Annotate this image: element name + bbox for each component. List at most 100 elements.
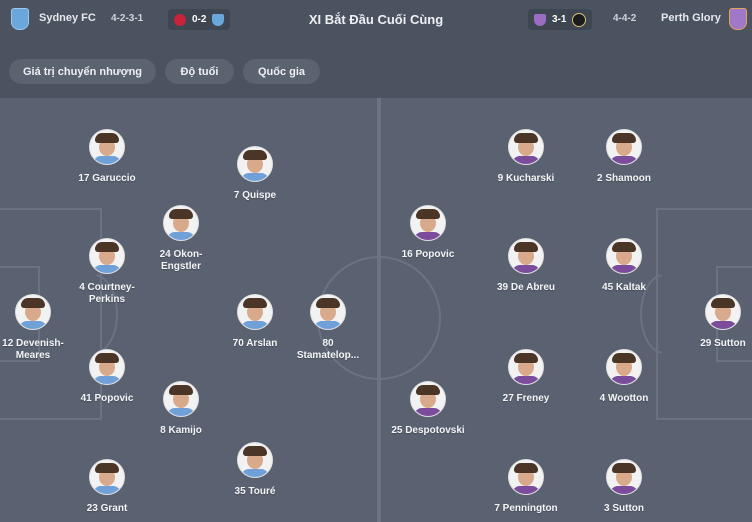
away-player[interactable]: 3 Sutton: [569, 459, 679, 515]
avatar-shirt: [93, 156, 121, 164]
away-player[interactable]: 7 Pennington: [471, 459, 581, 515]
filter-country[interactable]: Quốc gia: [243, 59, 320, 84]
match-header: Sydney FC 4-2-3-1 0-2 XI Bắt Đầu Cuối Cù…: [0, 0, 752, 45]
player-avatar: [310, 294, 346, 330]
player-name: 29 Sutton: [700, 338, 746, 349]
player-avatar: [508, 238, 544, 274]
player-name: 45 Kaltak: [602, 282, 646, 293]
avatar-shirt: [414, 408, 442, 416]
away-last-score: 3-1: [552, 14, 567, 25]
filter-transfer-value[interactable]: Giá trị chuyển nhượng: [9, 59, 156, 84]
player-avatar: [89, 129, 125, 165]
player-avatar: [15, 294, 51, 330]
avatar-hair: [95, 242, 119, 252]
avatar-shirt: [167, 232, 195, 240]
avatar-hair: [514, 242, 538, 252]
home-player[interactable]: 23 Grant: [52, 459, 162, 515]
player-avatar: [606, 238, 642, 274]
avatar-shirt: [610, 376, 638, 384]
avatar-hair: [514, 353, 538, 363]
away-last-result[interactable]: 3-1: [528, 9, 593, 30]
avatar-shirt: [512, 486, 540, 494]
player-name: 23 Grant: [86, 503, 128, 514]
away-player[interactable]: 9 Kucharski: [471, 129, 581, 185]
filter-age[interactable]: Độ tuổi: [165, 59, 234, 84]
away-player[interactable]: 27 Freney: [471, 349, 581, 405]
avatar-shirt: [512, 376, 540, 384]
player-name: 7 Quispe: [233, 190, 277, 201]
player-name: 27 Freney: [502, 393, 550, 404]
avatar-shirt: [512, 265, 540, 273]
page-title: XI Bắt Đầu Cuối Cùng: [308, 12, 444, 27]
avatar-shirt: [167, 408, 195, 416]
avatar-hair: [612, 463, 636, 473]
player-avatar: [89, 459, 125, 495]
player-avatar: [237, 146, 273, 182]
avatar-hair: [243, 446, 267, 456]
avatar-shirt: [610, 156, 638, 164]
avatar-hair: [514, 463, 538, 473]
avatar-hair: [169, 209, 193, 219]
avatar-hair: [711, 298, 735, 308]
player-avatar: [705, 294, 741, 330]
player-avatar: [410, 205, 446, 241]
away-player[interactable]: 16 Popovic: [373, 205, 483, 261]
perth-crest-mini-icon: [534, 13, 546, 26]
avatar-hair: [95, 133, 119, 143]
avatar-hair: [416, 385, 440, 395]
avatar-shirt: [414, 232, 442, 240]
home-player[interactable]: 80 Stamatelop...: [273, 294, 383, 362]
avatar-hair: [416, 209, 440, 219]
away-team-name[interactable]: Perth Glory: [661, 12, 721, 24]
player-name: 9 Kucharski: [497, 173, 555, 184]
away-player[interactable]: 4 Wootton: [569, 349, 679, 405]
away-player[interactable]: 39 De Abreu: [471, 238, 581, 294]
player-avatar: [606, 349, 642, 385]
player-name: 2 Shamoon: [597, 173, 651, 184]
avatar-shirt: [610, 265, 638, 273]
player-name: 39 De Abreu: [497, 282, 555, 293]
avatar-shirt: [512, 156, 540, 164]
away-player[interactable]: 2 Shamoon: [569, 129, 679, 185]
player-avatar: [508, 459, 544, 495]
avatar-hair: [21, 298, 45, 308]
away-player[interactable]: 45 Kaltak: [569, 238, 679, 294]
player-name: 35 Touré: [234, 486, 276, 497]
player-avatar: [237, 294, 273, 330]
avatar-shirt: [314, 321, 342, 329]
player-avatar: [163, 205, 199, 241]
home-player[interactable]: 7 Quispe: [200, 146, 310, 202]
avatar-shirt: [241, 469, 269, 477]
home-player[interactable]: 8 Kamijo: [126, 381, 236, 437]
player-name: 80 Stamatelop...: [296, 338, 360, 361]
avatar-hair: [243, 150, 267, 160]
player-avatar: [89, 238, 125, 274]
player-avatar: [89, 349, 125, 385]
away-player[interactable]: 25 Despotovski: [373, 381, 483, 437]
avatar-hair: [612, 353, 636, 363]
player-avatar: [606, 459, 642, 495]
avatar-shirt: [93, 486, 121, 494]
player-name: 4 Wootton: [599, 393, 649, 404]
player-avatar: [606, 129, 642, 165]
home-player[interactable]: 35 Touré: [200, 442, 310, 498]
filter-bar: Giá trị chuyển nhượng Độ tuổi Quốc gia: [0, 44, 752, 98]
player-name: 16 Popovic: [401, 249, 455, 260]
player-avatar: [163, 381, 199, 417]
player-avatar: [237, 442, 273, 478]
avatar-shirt: [709, 321, 737, 329]
avatar-shirt: [93, 265, 121, 273]
avatar-hair: [243, 298, 267, 308]
avatar-hair: [612, 133, 636, 143]
avatar-shirt: [241, 173, 269, 181]
player-name: 8 Kamijo: [160, 425, 202, 436]
home-player[interactable]: 17 Garuccio: [52, 129, 162, 185]
avatar-hair: [316, 298, 340, 308]
player-name: 17 Garuccio: [78, 173, 136, 184]
avatar-shirt: [241, 321, 269, 329]
avatar-hair: [514, 133, 538, 143]
avatar-shirt: [19, 321, 47, 329]
avatar-hair: [95, 353, 119, 363]
away-player[interactable]: 29 Sutton: [668, 294, 752, 350]
player-name: 3 Sutton: [604, 503, 644, 514]
